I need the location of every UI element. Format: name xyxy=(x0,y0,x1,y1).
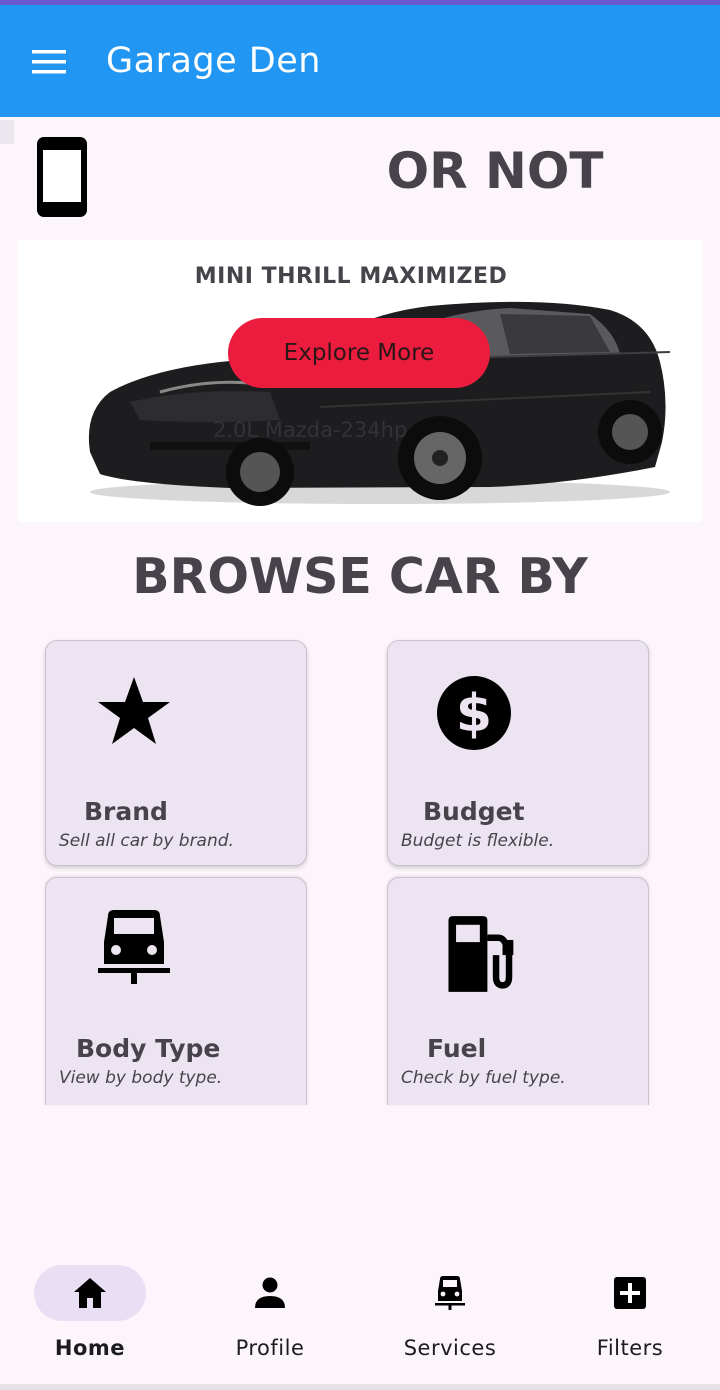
browse-card-fuel[interactable]: Fuel Check by fuel type. xyxy=(387,877,649,1105)
card-subtitle: Sell all car by brand. xyxy=(59,831,234,851)
nav-label: Home xyxy=(54,1336,126,1360)
card-title: Fuel xyxy=(427,1034,487,1063)
explore-more-button[interactable]: Explore More xyxy=(228,318,490,388)
person-icon xyxy=(255,1277,285,1308)
nav-item-profile[interactable]: Profile xyxy=(180,1250,360,1385)
car-caption: 2.0L Mazda-234hp xyxy=(213,418,408,442)
nav-item-services[interactable]: Services xyxy=(360,1250,540,1385)
card-title: Budget xyxy=(423,797,525,826)
home-icon xyxy=(74,1278,106,1308)
card-title: Brand xyxy=(84,797,168,826)
nav-label: Services xyxy=(403,1336,497,1360)
app-title: Garage Den xyxy=(106,41,321,81)
browse-card-budget[interactable]: $ Budget Budget is flexible. xyxy=(387,640,649,866)
fuel-pump-icon xyxy=(448,916,514,992)
hero-headline: OR NOT xyxy=(386,142,604,200)
card-title: Body Type xyxy=(76,1034,221,1063)
browse-card-body-type[interactable]: Body Type View by body type. xyxy=(45,877,307,1105)
card-subtitle: View by body type. xyxy=(59,1068,223,1088)
nav-label: Profile xyxy=(235,1336,305,1360)
add-box-icon xyxy=(614,1277,646,1309)
nav-item-home[interactable]: Home xyxy=(0,1250,180,1385)
banner-title: MINI THRILL MAXIMIZED xyxy=(194,264,508,289)
menu-button[interactable] xyxy=(22,35,76,89)
card-subtitle: Budget is flexible. xyxy=(401,831,555,851)
car-icon xyxy=(435,1276,465,1310)
system-nav-edge xyxy=(0,1384,720,1390)
dollar-circle-icon: $ xyxy=(437,676,511,750)
star-icon xyxy=(98,677,170,744)
nav-item-filters[interactable]: Filters xyxy=(540,1250,720,1385)
browse-card-brand[interactable]: Brand Sell all car by brand. xyxy=(45,640,307,866)
car-icon xyxy=(98,910,170,984)
phone-icon xyxy=(37,137,87,217)
app-bar: Garage Den xyxy=(0,5,720,117)
bottom-navigation: Home Profile Services Filters xyxy=(0,1250,720,1385)
hamburger-menu-icon xyxy=(32,50,66,74)
promo-banner: MINI THRILL MAXIMIZED Explore More 2.0L … xyxy=(18,240,702,522)
card-subtitle: Check by fuel type. xyxy=(401,1068,566,1088)
browse-title: BROWSE CAR BY xyxy=(132,548,588,605)
svg-text:$: $ xyxy=(456,684,492,744)
nav-label: Filters xyxy=(596,1336,664,1360)
scroll-edge xyxy=(0,120,14,144)
